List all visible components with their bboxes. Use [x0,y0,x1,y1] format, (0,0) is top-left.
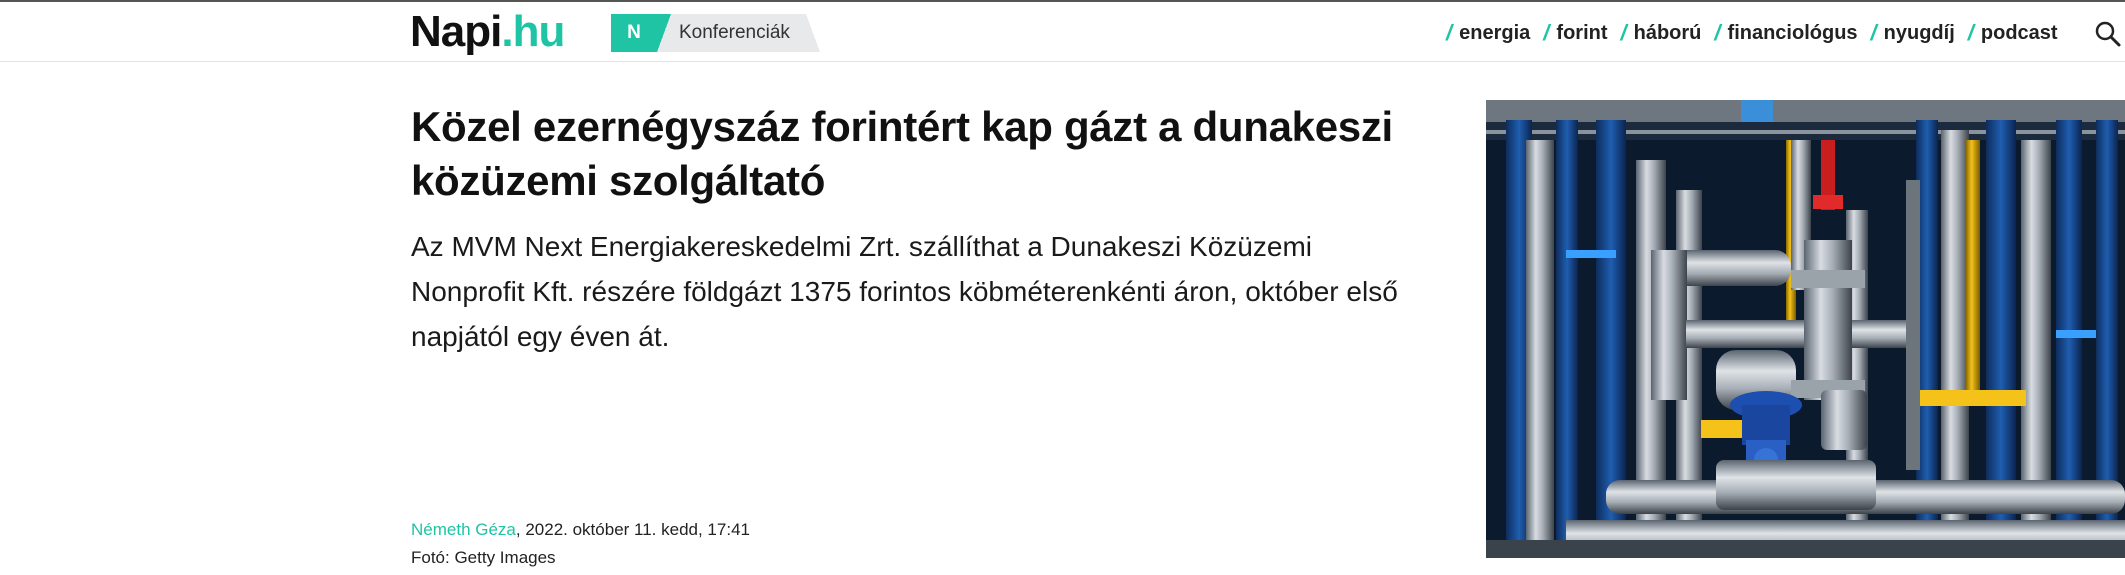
badge-slant [657,14,671,52]
photo-credit: Fotó: Getty Images [411,548,556,567]
main-nav: / energia / forint / háború / financiológus … [1446,18,2071,48]
nav-slash-icon: / [1620,20,1627,45]
nav-label: podcast [1980,21,2058,44]
nav-label: nyugdíj [1883,21,1955,44]
article-meta: Németh Géza, 2022. október 11. kedd, 17:… [411,520,750,540]
article-image [1486,100,2125,558]
nav-slash-icon: / [1543,20,1550,45]
nav-item-financiologus[interactable]: / financiológus [1714,20,1857,46]
author-link[interactable]: Németh Géza [411,520,516,539]
industrial-pipes-photo [1486,100,2125,558]
logo-main: Napi [410,7,502,56]
conferences-link[interactable]: N Konferenciák [611,14,820,52]
article-lead: Az MVM Next Energiakereskedelmi Zrt. szá… [411,231,1398,352]
site-header: Napi.hu N Konferenciák / energia / forint … [0,2,2125,62]
nav-item-forint[interactable]: / forint [1543,20,1607,46]
nav-item-energia[interactable]: / energia [1446,20,1530,46]
conferences-badge: N [611,14,657,52]
nav-label: forint [1556,21,1608,44]
publish-date: , 2022. október 11. kedd, 17:41 [515,520,750,539]
nav-slash-icon: / [1714,20,1721,45]
nav-slash-icon: / [1870,20,1877,45]
nav-slash-icon: / [1446,20,1453,45]
nav-label: financiológus [1727,21,1858,44]
site-logo[interactable]: Napi.hu [410,7,565,56]
nav-item-nyugdij[interactable]: / nyugdíj [1871,20,1955,46]
logo-suffix: .hu [501,7,565,56]
search-icon[interactable] [2094,20,2122,48]
article-title: Közel ezernégyszáz forintért kap gázt a … [411,103,1393,204]
nav-item-haboru[interactable]: / háború [1621,20,1702,46]
nav-label: energia [1459,21,1531,44]
nav-label: háború [1633,21,1702,44]
nav-slash-icon: / [1967,20,1974,45]
nav-item-podcast[interactable]: / podcast [1968,20,2058,46]
label-slant [805,14,820,52]
conferences-label: Konferenciák [671,14,806,52]
